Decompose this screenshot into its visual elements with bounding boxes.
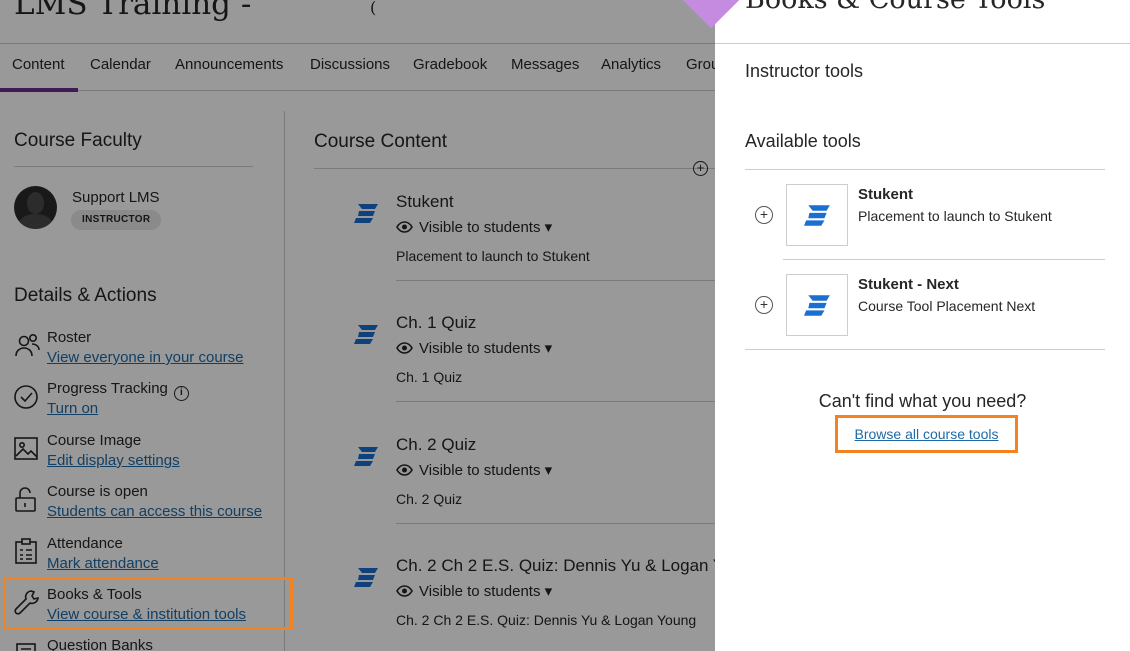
tool-description: Placement to launch to Stukent [858,208,1052,224]
add-tool-icon[interactable]: + [755,206,773,224]
stukent-logo-icon [786,184,848,246]
tool-name[interactable]: Stukent [858,186,913,203]
panel-header-divider [715,43,1130,44]
tool-row[interactable]: + Stukent - Next Course Tool Placement N… [745,260,1105,350]
browse-all-tools-link[interactable]: Browse all course tools [835,415,1018,453]
stukent-logo-icon [786,274,848,336]
books-tools-highlight [3,577,293,630]
modal-overlay[interactable] [0,0,715,651]
cant-find-text: Can't find what you need? [818,391,1027,411]
instructor-tools-heading: Instructor tools [745,61,864,81]
tool-description: Course Tool Placement Next [858,298,1036,314]
available-tools-heading: Available tools [745,131,861,151]
tool-row[interactable]: + Stukent Placement to launch to Stukent [745,170,1105,260]
panel-title: Books & Course Tools [745,0,1045,15]
tools-divider [745,349,1105,350]
books-tools-panel: Books & Course Tools Instructor tools Av… [682,0,1130,651]
tool-name[interactable]: Stukent - Next [858,276,959,293]
add-tool-icon[interactable]: + [755,296,773,314]
